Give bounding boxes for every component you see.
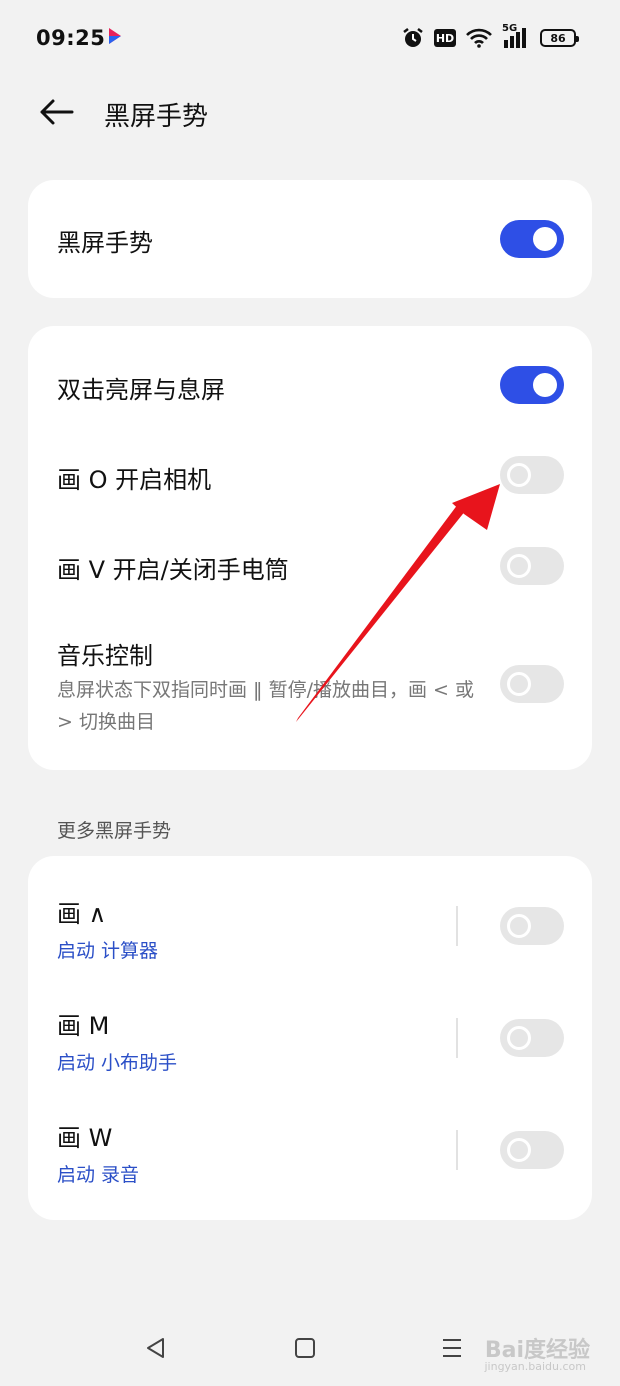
more-label-draw-m: 画 M: [57, 1012, 110, 1040]
toggle-knob: [533, 373, 557, 397]
row-divider: [456, 1018, 458, 1058]
toggle-knob: [507, 463, 531, 487]
watermark-url: jingyan.baidu.com: [484, 1360, 586, 1373]
more-toggle-draw-w[interactable]: [500, 1131, 564, 1169]
signal-5g-icon: 5G: [502, 23, 530, 50]
more-row-draw-w[interactable]: 画 W 启动 录音: [28, 1100, 592, 1200]
row-divider: [456, 906, 458, 946]
gesture-label-music: 音乐控制: [57, 642, 153, 670]
gesture-label-draw-v: 画 V 开启/关闭手电筒: [57, 556, 289, 584]
gesture-row-music[interactable]: 音乐控制 息屏状态下双指同时画 ‖ 暂停/播放曲目，画 < 或 > 切换曲目: [28, 622, 592, 762]
more-toggle-draw-m[interactable]: [500, 1019, 564, 1057]
more-row-draw-caret[interactable]: 画 ∧ 启动 计算器: [28, 876, 592, 976]
gesture-toggle-draw-v[interactable]: [500, 547, 564, 585]
master-switch-row[interactable]: 黑屏手势: [28, 180, 592, 298]
more-action-draw-m[interactable]: 启动 小布助手: [57, 1048, 177, 1075]
gesture-row-draw-v[interactable]: 画 V 开启/关闭手电筒: [28, 526, 592, 606]
more-label-draw-caret: 画 ∧: [57, 900, 107, 928]
status-icons: HD 5G 86: [402, 23, 579, 51]
status-bar: 09:25 HD 5G 86: [0, 0, 620, 76]
toggle-knob: [507, 914, 531, 938]
signal-bars-icon: [504, 28, 526, 48]
more-toggle-draw-caret[interactable]: [500, 907, 564, 945]
gestures-card: 双击亮屏与息屏 画 O 开启相机 画 V 开启/关闭手电筒 音乐控制 息屏状态下…: [28, 326, 592, 770]
gesture-row-draw-o[interactable]: 画 O 开启相机: [28, 436, 592, 516]
alarm-icon: [403, 28, 423, 47]
more-action-draw-caret[interactable]: 启动 计算器: [57, 936, 158, 963]
nav-recents-button[interactable]: [432, 1330, 472, 1366]
back-button[interactable]: [34, 92, 78, 132]
master-switch-toggle[interactable]: [500, 220, 564, 258]
nav-back-button[interactable]: [136, 1330, 176, 1366]
toggle-knob: [507, 554, 531, 578]
gesture-toggle-music[interactable]: [500, 665, 564, 703]
more-gestures-card: 画 ∧ 启动 计算器 画 M 启动 小布助手 画 W 启动 录音: [28, 856, 592, 1220]
gesture-label-double-tap: 双击亮屏与息屏: [57, 376, 225, 404]
master-switch-label: 黑屏手势: [57, 229, 153, 257]
status-time: 09:25: [36, 26, 106, 50]
toggle-knob: [507, 1026, 531, 1050]
section-label-more: 更多黑屏手势: [57, 820, 172, 842]
nav-home-button[interactable]: [285, 1330, 325, 1366]
hd-badge: HD: [434, 29, 456, 47]
toggle-knob: [507, 672, 531, 696]
nav-back-triangle-icon: [147, 1338, 164, 1358]
app-notification-icon: [109, 28, 121, 44]
nav-home-square-icon: [295, 1338, 315, 1358]
more-label-draw-w: 画 W: [57, 1124, 113, 1152]
page-title: 黑屏手势: [104, 102, 209, 132]
more-row-draw-m[interactable]: 画 M 启动 小布助手: [28, 988, 592, 1088]
wifi-icon: [466, 28, 492, 48]
gesture-toggle-double-tap[interactable]: [500, 366, 564, 404]
battery-indicator: 86: [540, 29, 579, 47]
toggle-knob: [533, 227, 557, 251]
gesture-row-double-tap[interactable]: 双击亮屏与息屏: [28, 346, 592, 426]
nav-menu-lines-icon: [443, 1339, 461, 1357]
gesture-toggle-draw-o[interactable]: [500, 456, 564, 494]
more-action-draw-w[interactable]: 启动 录音: [57, 1160, 139, 1187]
row-divider: [456, 1130, 458, 1170]
back-arrow-icon: [40, 99, 74, 125]
gesture-label-draw-o: 画 O 开启相机: [57, 466, 212, 494]
gesture-desc-music: 息屏状态下双指同时画 ‖ 暂停/播放曲目，画 < 或 > 切换曲目: [57, 679, 474, 733]
toggle-knob: [507, 1138, 531, 1162]
master-switch-card: 黑屏手势: [28, 180, 592, 298]
